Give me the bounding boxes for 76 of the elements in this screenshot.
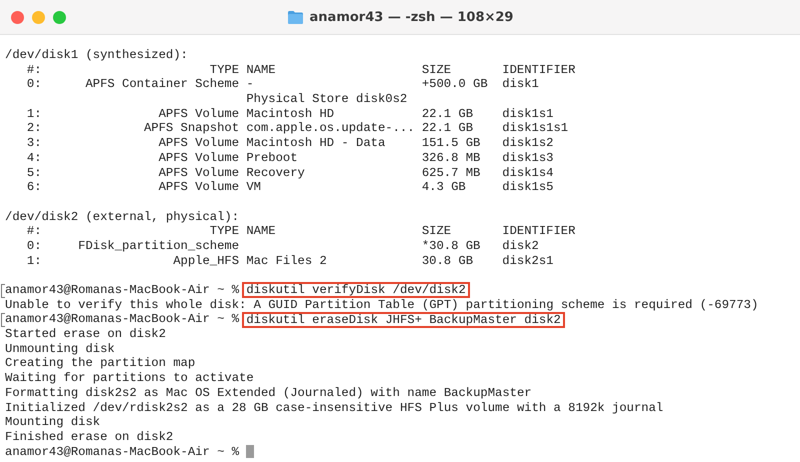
table-cell: 5: [26,166,42,180]
table-cell: Apple_HFS [173,254,240,268]
table-cell: 22.1 GB [422,121,474,136]
window-title: anamor43 — -zsh — 108×29 [310,10,514,24]
table-cell: Physical Store disk0s2 [246,92,408,106]
table-cell: 326.8 MB [422,150,480,165]
output-line: Unable to verify this whole disk: A GUID Partition Table (GPT) partitioning scheme is required (-69773) [5,298,758,312]
table-cell: disk1 [502,77,539,92]
column-header: #: [26,224,42,239]
table-cell: 0: [26,238,42,253]
column-header: IDENTIFIER [502,224,576,239]
table-cell: FDisk_partition_scheme [78,238,240,253]
output-line: Waiting for partitions to activate [5,371,254,386]
table-cell: 2: [26,121,42,136]
table-cell: Mac Files 2 [246,254,327,268]
table-cell: disk1s3 [502,150,554,165]
table-cell: 625.7 MB [422,166,480,180]
output-line: Mounting disk [5,415,100,430]
table-cell: APFS Volume [158,136,240,150]
column-header: IDENTIFIER [502,62,576,78]
column-header: TYPE [208,224,240,239]
table-cell: APFS Container Scheme [85,77,240,92]
output-line: /dev/disk1 (synthesized): [5,48,188,63]
close-button[interactable] [11,10,24,24]
table-cell: 151.5 GB [422,136,480,150]
table-cell: 0: [26,77,42,92]
table-cell: disk1s5 [502,180,554,194]
table-cell: disk1s1 [502,106,554,121]
shell-prompt: anamor43@Romanas-MacBook-Air ~ % [5,283,240,298]
table-cell: com.apple.os.update-... [246,121,415,136]
table-cell: 6: [26,180,42,194]
table-cell: 1: [26,106,42,121]
table-cell: 4: [26,150,42,165]
table-cell: 1: [26,254,42,268]
table-cell: VM [246,180,261,194]
folder-icon [286,10,304,24]
table-cell: Macintosh HD - Data [246,136,386,150]
table-cell: +500.0 GB [422,77,488,92]
output-line: Unmounting disk [5,342,115,356]
table-cell: APFS Volume [158,166,240,180]
table-cell: Macintosh HD [246,106,334,121]
table-cell: disk1s4 [502,166,554,180]
table-cell: APFS Volume [158,180,240,194]
table-cell: APFS Volume [158,150,240,165]
minimize-button[interactable] [32,10,45,24]
table-cell: *30.8 GB [422,238,480,253]
output-line: Finished erase on disk2 [5,430,174,445]
table-cell: 22.1 GB [422,106,474,121]
shell-prompt: anamor43@Romanas-MacBook-Air ~ % [5,444,240,460]
output-line: Creating the partition map [5,356,196,372]
column-header: TYPE [208,62,240,78]
table-cell: Preboot [246,150,298,165]
table-cell: 3: [26,136,42,150]
table-cell: APFS Volume [158,106,240,121]
column-header: SIZE [422,62,452,78]
table-cell: disk2s1 [502,254,554,268]
table-cell: disk2 [502,238,539,253]
table-cell: - [246,77,254,92]
output-line: Started erase on disk2 [5,327,166,342]
table-cell: APFS Snapshot [144,121,240,136]
table-cell: disk1s1s1 [502,121,568,136]
shell-prompt: anamor43@Romanas-MacBook-Air ~ % [5,312,240,328]
column-header: #: [26,62,42,78]
zoom-button[interactable] [53,10,66,24]
column-header: NAME [245,62,277,78]
table-cell: disk1s2 [502,136,554,150]
command-text: diskutil eraseDisk JHFS+ BackupMaster disk2 [242,312,565,328]
column-header: NAME [245,224,277,239]
output-line: Formatting disk2s2 as Mac OS Extended (Journaled) with name BackupMaster [5,386,532,401]
table-cell: 30.8 GB [422,254,474,268]
output-line: /dev/disk2 (external, physical): [5,210,240,224]
table-cell: Recovery [246,166,305,180]
command-text: diskutil verifyDisk /dev/disk2 [242,282,470,298]
table-cell: 4.3 GB [422,180,466,194]
output-line: Initialized /dev/rdisk2s2 as a 28 GB case-insensitive HFS Plus volume with a 8192k journal [5,400,664,416]
column-header: SIZE [422,224,452,239]
